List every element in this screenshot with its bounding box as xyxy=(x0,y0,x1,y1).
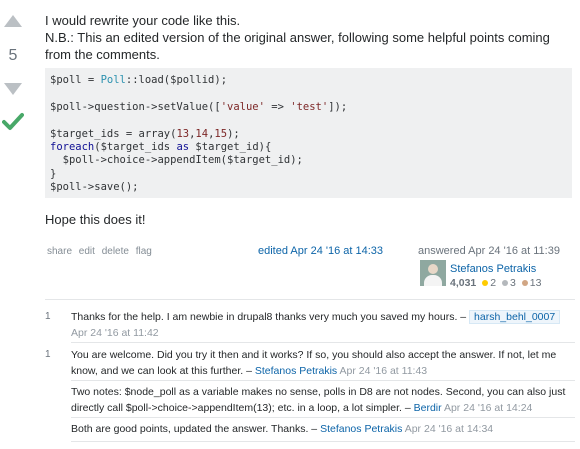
edited-timestamp-link[interactable]: edited Apr 24 '16 at 14:33 xyxy=(258,243,383,260)
share-link[interactable]: share xyxy=(47,246,72,257)
code-line: } xyxy=(50,167,57,180)
comment-body: Two notes: $node_poll as a variable make… xyxy=(71,384,571,416)
code-line: $poll->save(); xyxy=(50,181,139,194)
comment-score: 1 xyxy=(45,349,51,360)
comment-body: You are welcome. Did you try it then and… xyxy=(71,347,571,379)
comment-user-link[interactable]: Berdir xyxy=(414,402,442,414)
intro-line-1: I would rewrite your code like this. xyxy=(45,13,241,28)
comments-list: 1 Thanks for the help. I am newbie in dr… xyxy=(45,299,575,442)
code-line: $poll->choice->appendItem($target_id); xyxy=(62,154,303,167)
code-line: $target_ids = array(13,14,15); xyxy=(50,127,240,140)
code-line: foreach($target_ids as $target_id){ xyxy=(50,141,272,154)
comment-text: Both are good points, updated the answer… xyxy=(71,423,318,435)
post-menu: share edit delete flag xyxy=(47,243,156,260)
silver-badge-count: 3 xyxy=(509,277,516,289)
edit-link[interactable]: edit xyxy=(79,246,95,257)
comment-date: Apr 24 '16 at 11:42 xyxy=(71,327,159,339)
code-block: $poll = Poll::load($pollid); $poll->ques… xyxy=(45,68,572,198)
answer-closing: Hope this does it! xyxy=(45,212,146,227)
comment-score: 1 xyxy=(45,311,51,322)
vote-count: 5 xyxy=(8,47,18,64)
comment-divider xyxy=(71,417,575,418)
comment-date: Apr 24 '16 at 11:43 xyxy=(339,365,428,377)
user-reputation: 4,031 2 3 13 xyxy=(450,275,541,292)
reputation-score: 4,031 xyxy=(450,277,477,289)
code-line: $poll = Poll::load($pollid); xyxy=(50,74,228,86)
delete-link[interactable]: delete xyxy=(102,246,129,257)
comment-divider xyxy=(71,342,575,343)
comment-user-link[interactable]: Stefanos Petrakis xyxy=(255,365,337,377)
silver-badge-icon xyxy=(501,280,508,287)
comment-divider xyxy=(71,380,575,381)
avatar-body xyxy=(424,275,442,286)
comment-user-link[interactable]: harsh_behl_0007 xyxy=(469,310,561,324)
avatar-head xyxy=(428,264,438,274)
gold-badge-icon xyxy=(482,280,489,287)
bronze-badge-icon xyxy=(521,280,528,287)
answered-timestamp: answered Apr 24 '16 at 11:39 xyxy=(418,245,560,257)
code-line: $poll->question->setValue(['value' => 't… xyxy=(50,100,348,113)
comment-text: Thanks for the help. I am newbie in drup… xyxy=(71,311,467,323)
comment-date: Apr 24 '16 at 14:34 xyxy=(404,423,494,435)
comment-user-link[interactable]: Stefanos Petrakis xyxy=(320,423,402,435)
comment-body: Both are good points, updated the answer… xyxy=(71,421,571,437)
downvote-arrow-icon[interactable] xyxy=(4,83,22,95)
user-avatar[interactable] xyxy=(420,260,446,286)
flag-link[interactable]: flag xyxy=(136,246,152,257)
comment-divider xyxy=(71,441,575,442)
answer-intro: I would rewrite your code like this. N.B… xyxy=(45,12,575,63)
upvote-arrow-icon[interactable] xyxy=(4,15,22,27)
bronze-badge-count: 13 xyxy=(529,277,542,289)
intro-line-2: N.B.: This an edited version of the orig… xyxy=(45,30,550,62)
comment-date: Apr 24 '16 at 14:24 xyxy=(443,402,533,414)
comment-body: Thanks for the help. I am newbie in drup… xyxy=(71,309,571,341)
gold-badge-count: 2 xyxy=(490,277,497,289)
accepted-checkmark-icon xyxy=(2,113,24,130)
